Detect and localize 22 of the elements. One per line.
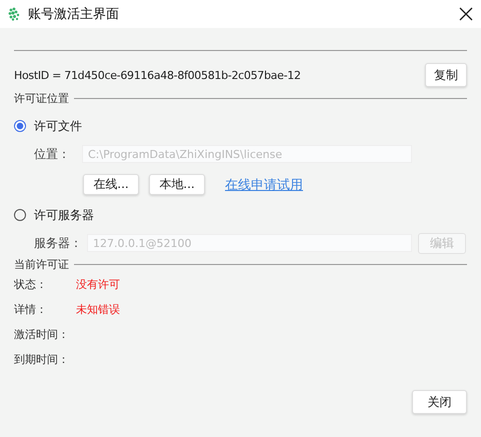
radio-label[interactable]: 许可服务器: [34, 206, 94, 224]
browse-button[interactable]: 本地...: [149, 174, 205, 195]
radio-button[interactable]: [14, 120, 26, 132]
app-logo-icon: [8, 7, 20, 21]
info-label: 详情：: [14, 302, 48, 317]
field-label: 位置：: [34, 146, 71, 162]
radio-button[interactable]: [14, 209, 26, 221]
info-label: 激活时间：: [14, 327, 70, 342]
info-label: 状态：: [14, 277, 48, 292]
browse-button[interactable]: 在线...: [83, 174, 139, 195]
info-label: 到期时间：: [14, 352, 70, 367]
section-title: 当前许可证: [14, 257, 69, 272]
radio-label[interactable]: 许可文件: [34, 118, 82, 134]
close-dialog-button[interactable]: 关闭: [412, 390, 467, 414]
info-value: 未知错误: [76, 302, 120, 317]
close-button[interactable]: [459, 7, 473, 21]
host-id-text: HostID = 71d450ce-69116a48-8f00581b-2c057bae-12: [14, 68, 301, 82]
info-value: 没有许可: [76, 277, 120, 292]
copy-button[interactable]: 复制: [425, 63, 467, 87]
field-label: 服务器：: [34, 234, 83, 252]
window-title: 账号激活主界面: [28, 6, 119, 23]
section-title: 许可证位置: [14, 91, 69, 106]
